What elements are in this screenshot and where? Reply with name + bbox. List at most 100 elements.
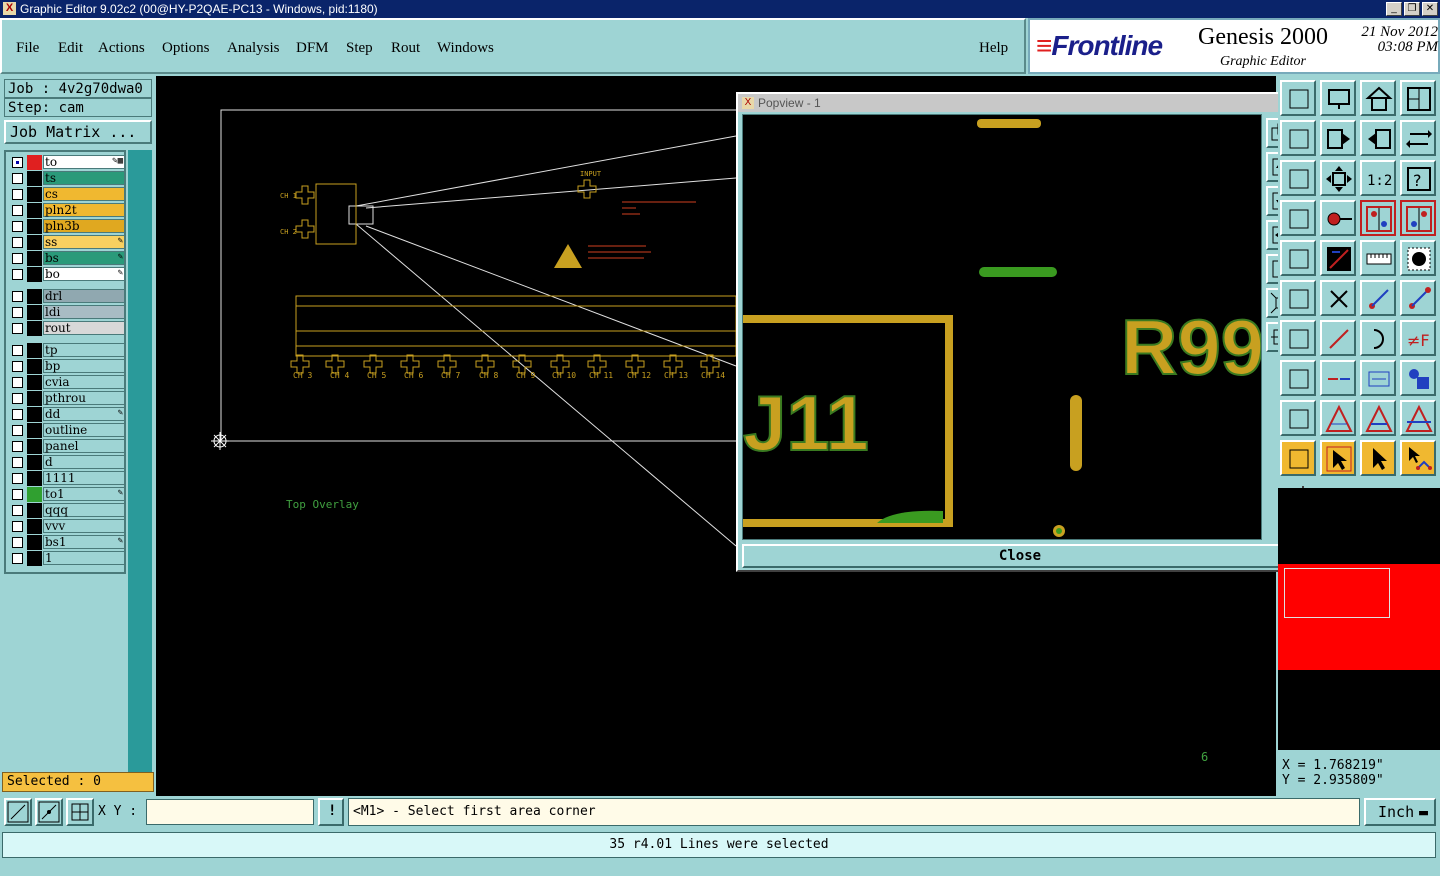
layer-color-swatch[interactable] bbox=[27, 439, 42, 454]
tool-route-pointer-button[interactable] bbox=[1400, 440, 1436, 476]
layer-checkbox[interactable] bbox=[12, 253, 23, 264]
tool-pad-button[interactable] bbox=[1320, 200, 1356, 236]
menu-actions[interactable]: Actions bbox=[98, 40, 145, 57]
layer-checkbox[interactable] bbox=[12, 173, 23, 184]
layer-checkbox[interactable] bbox=[12, 237, 23, 248]
layer-name[interactable]: ldi bbox=[43, 305, 125, 319]
menu-step[interactable]: Step bbox=[346, 40, 373, 57]
layer-color-swatch[interactable] bbox=[27, 551, 42, 566]
tool-left-button[interactable] bbox=[1280, 320, 1316, 356]
tool-net-connect-button[interactable] bbox=[1360, 200, 1396, 236]
layer-row-1111[interactable]: 1111 bbox=[8, 471, 126, 486]
layer-name[interactable]: rout bbox=[43, 321, 125, 335]
menu-rout[interactable]: Rout bbox=[391, 40, 420, 57]
layer-row-bp[interactable]: bp bbox=[8, 359, 126, 374]
tool-move-button[interactable] bbox=[1360, 280, 1396, 316]
layer-color-swatch[interactable] bbox=[27, 219, 42, 234]
job-matrix-button[interactable]: Job Matrix ... bbox=[4, 120, 152, 144]
layer-name[interactable]: bs bbox=[43, 251, 125, 265]
layer-name[interactable]: pln2t bbox=[43, 203, 125, 217]
tool-net-split-button[interactable] bbox=[1400, 200, 1436, 236]
minimize-button[interactable]: _ bbox=[1386, 2, 1402, 16]
tool-home-view-button[interactable] bbox=[1280, 80, 1316, 116]
layer-name[interactable]: outline bbox=[43, 423, 125, 437]
menu-dfm[interactable]: DFM bbox=[296, 40, 329, 57]
layer-color-swatch[interactable] bbox=[27, 171, 42, 186]
layer-checkbox[interactable] bbox=[12, 377, 23, 388]
layer-color-swatch[interactable] bbox=[27, 305, 42, 320]
layer-name[interactable]: cvia bbox=[43, 375, 125, 389]
layer-checkbox[interactable] bbox=[12, 345, 23, 356]
layer-checkbox[interactable] bbox=[12, 473, 23, 484]
tool-help-icon[interactable]: ? bbox=[1400, 160, 1436, 196]
tool-scale-1-2-button[interactable]: 1:2 bbox=[1360, 160, 1396, 196]
tool-polygon-fill-button[interactable] bbox=[1360, 400, 1396, 436]
layer-checkbox[interactable] bbox=[12, 157, 23, 168]
layer-row-drl[interactable]: drl bbox=[8, 289, 126, 304]
layer-color-swatch[interactable] bbox=[27, 203, 42, 218]
tool-swap-button[interactable] bbox=[1400, 120, 1436, 156]
menu-options[interactable]: Options bbox=[162, 40, 210, 57]
popview-close-button[interactable]: Close bbox=[742, 544, 1298, 568]
layer-checkbox[interactable] bbox=[12, 205, 23, 216]
tool-left-button[interactable] bbox=[1280, 400, 1316, 436]
layer-checkbox[interactable] bbox=[12, 457, 23, 468]
layer-checkbox[interactable] bbox=[12, 221, 23, 232]
layer-list-scroll-rail[interactable] bbox=[128, 150, 152, 790]
tool-text-button[interactable]: ≠F bbox=[1400, 320, 1436, 356]
layer-checkbox[interactable] bbox=[12, 291, 23, 302]
layer-color-swatch[interactable] bbox=[27, 391, 42, 406]
layer-checkbox[interactable] bbox=[12, 489, 23, 500]
layer-color-swatch[interactable] bbox=[27, 375, 42, 390]
layer-name[interactable]: drl bbox=[43, 289, 125, 303]
info-button[interactable]: ! bbox=[318, 798, 344, 826]
layer-name[interactable]: d bbox=[43, 455, 125, 469]
tool-pad-select-button[interactable] bbox=[1400, 240, 1436, 276]
layer-name[interactable]: panel bbox=[43, 439, 125, 453]
layer-name[interactable]: to1 bbox=[43, 487, 125, 501]
layer-checkbox[interactable] bbox=[12, 361, 23, 372]
close-window-button[interactable]: ✕ bbox=[1422, 2, 1438, 16]
tool-copy-button[interactable] bbox=[1400, 280, 1436, 316]
popview-viewport[interactable]: J11 R99 bbox=[742, 114, 1262, 540]
layer-row-ldi[interactable]: ldi bbox=[8, 305, 126, 320]
layer-name[interactable]: 1111 bbox=[43, 471, 125, 485]
layer-row-to[interactable]: to ✎▦ bbox=[8, 155, 126, 170]
layer-row-cs[interactable]: cs bbox=[8, 187, 126, 202]
maximize-button[interactable]: ❐ bbox=[1404, 2, 1420, 16]
layer-row-d[interactable]: d bbox=[8, 455, 126, 470]
menu-analysis[interactable]: Analysis bbox=[227, 40, 280, 57]
layer-checkbox[interactable] bbox=[12, 323, 23, 334]
tool-monitor-button[interactable] bbox=[1320, 80, 1356, 116]
tool-zoom-fit-button[interactable] bbox=[1320, 160, 1356, 196]
layer-color-swatch[interactable] bbox=[27, 519, 42, 534]
layer-color-swatch[interactable] bbox=[27, 155, 42, 170]
layer-row-pthrou[interactable]: pthrou bbox=[8, 391, 126, 406]
layer-row-to1[interactable]: to1 ✎ bbox=[8, 487, 126, 502]
layer-color-swatch[interactable] bbox=[27, 407, 42, 422]
tool-add-line-button[interactable] bbox=[1320, 320, 1356, 356]
layer-name[interactable]: bs1 bbox=[43, 535, 125, 549]
tool-arc-button[interactable] bbox=[1360, 320, 1396, 356]
menu-file[interactable]: File bbox=[16, 40, 39, 57]
tool-left-button[interactable] bbox=[1280, 280, 1316, 316]
tool-measure-button[interactable] bbox=[1360, 360, 1396, 396]
layer-name[interactable]: qqq bbox=[43, 503, 125, 517]
layer-checkbox[interactable] bbox=[12, 269, 23, 280]
minimap-view-rectangle[interactable] bbox=[1284, 568, 1390, 618]
menu-windows[interactable]: Windows bbox=[437, 40, 494, 57]
layer-color-swatch[interactable] bbox=[27, 321, 42, 336]
layer-color-swatch[interactable] bbox=[27, 343, 42, 358]
layer-name[interactable]: vvv bbox=[43, 519, 125, 533]
layer-color-swatch[interactable] bbox=[27, 455, 42, 470]
layer-name[interactable]: bp bbox=[43, 359, 125, 373]
layer-checkbox[interactable] bbox=[12, 393, 23, 404]
tool-delete-button[interactable] bbox=[1320, 280, 1356, 316]
layer-row-vvv[interactable]: vvv bbox=[8, 519, 126, 534]
layer-name[interactable]: pthrou bbox=[43, 391, 125, 405]
layer-checkbox[interactable] bbox=[12, 425, 23, 436]
tool-split-view-button[interactable] bbox=[1400, 80, 1436, 116]
layer-color-swatch[interactable] bbox=[27, 267, 42, 282]
layer-row-outline[interactable]: outline bbox=[8, 423, 126, 438]
tool-break-line-button[interactable] bbox=[1320, 360, 1356, 396]
